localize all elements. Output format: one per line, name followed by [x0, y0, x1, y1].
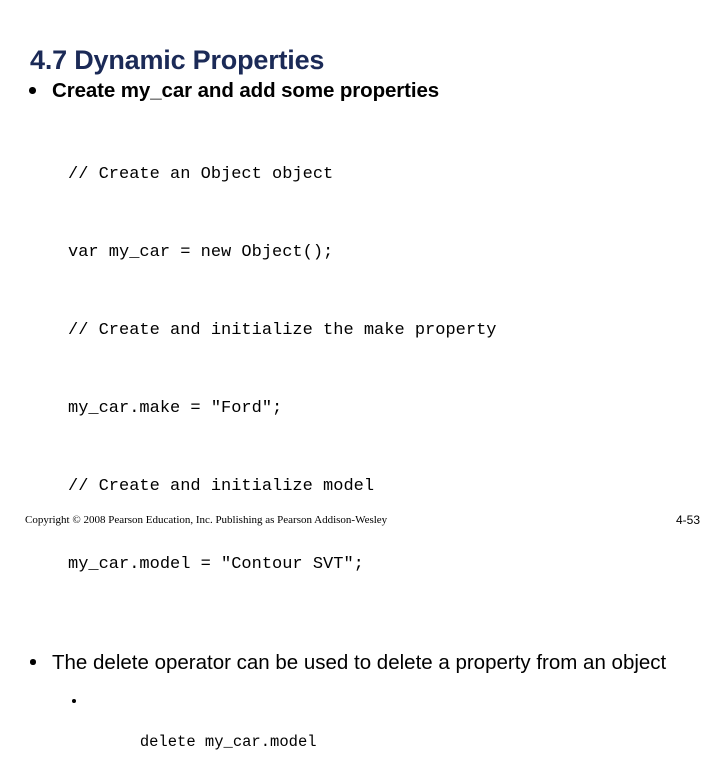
code-line: my_car.model = "Contour SVT"; [68, 554, 364, 574]
bullet-dot-icon [29, 87, 36, 94]
sub-bullet-label: delete my_car.model [139, 732, 317, 751]
code-block: // Create an Object object var my_car = … [0, 110, 720, 630]
bullet-label: Create my_car and add some properties [52, 79, 440, 102]
slide-canvas: 4.7 Dynamic Properties Create my_car and… [0, 0, 720, 751]
bullet-item-create-my-car: Create my_car and add some properties [0, 78, 720, 104]
bullet-label: The delete operator can be used to delet… [52, 650, 667, 674]
code-line: // Create and initialize model [68, 476, 375, 496]
code-line: my_car.make = "Ford"; [68, 398, 283, 418]
code-line: var my_car = new Object(); [68, 242, 334, 262]
bullet-item-delete-operator: The delete operator can be used to delet… [0, 650, 720, 676]
page-title: 4.7 Dynamic Properties [30, 45, 325, 76]
bullet-dot-icon [30, 659, 36, 665]
code-line: // Create and initialize the make proper… [68, 320, 497, 340]
code-line: // Create an Object object [68, 164, 334, 184]
slide-body: Create my_car and add some properties //… [0, 78, 720, 772]
footer-copyright: Copyright © 2008 Pearson Education, Inc.… [25, 514, 388, 526]
sub-bullet-item-delete-statement: delete my_car.model [0, 692, 720, 772]
sub-bullet-dot-icon [72, 698, 76, 703]
footer-page-number: 4-53 [675, 513, 700, 527]
